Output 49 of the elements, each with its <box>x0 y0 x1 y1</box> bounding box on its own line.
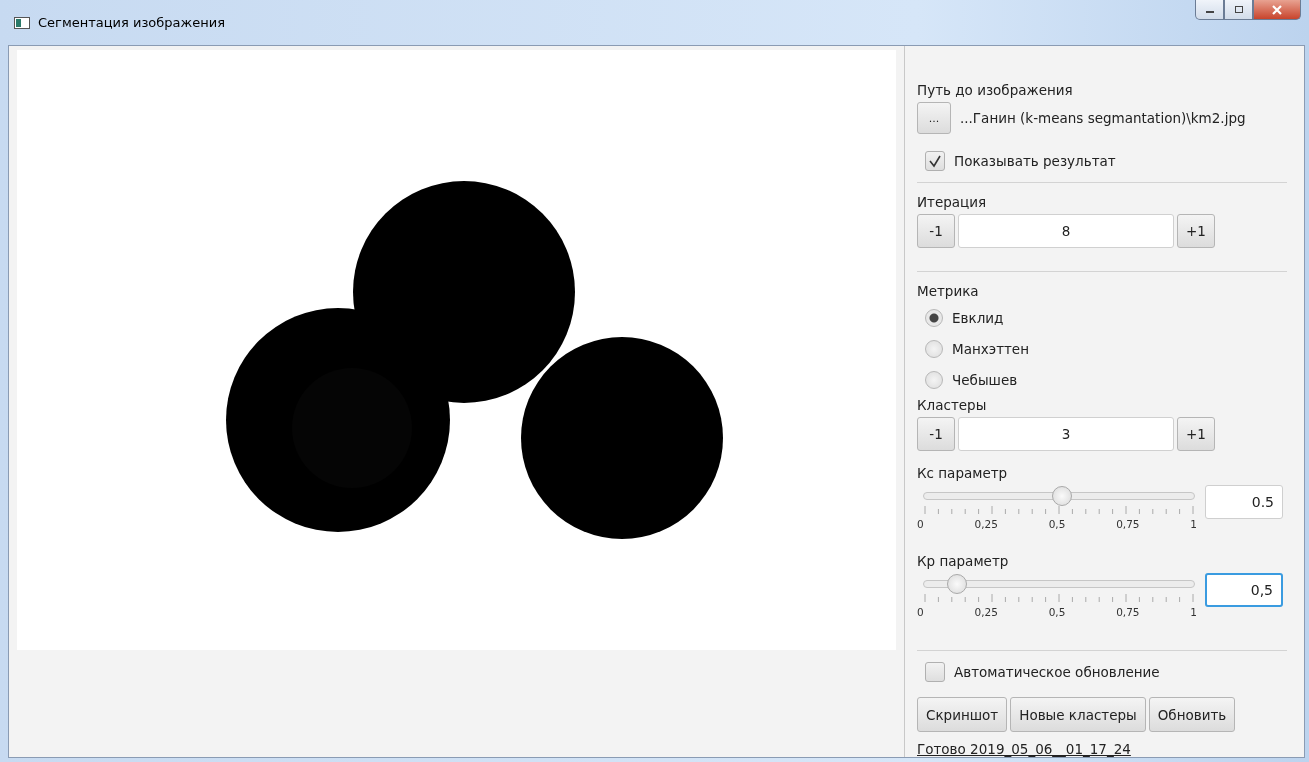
section-label: Путь до изображения <box>917 82 1074 98</box>
decrement-button[interactable]: -1 <box>917 214 955 249</box>
tick-label: 1 <box>1190 605 1197 618</box>
radio-button[interactable] <box>925 340 943 359</box>
checkbox[interactable] <box>925 662 945 682</box>
tick-label: 0,5 <box>1048 605 1066 618</box>
tick-label: 0,75 <box>1116 605 1140 618</box>
window-title: Сегментация изображения <box>38 15 226 30</box>
tick-label: 0,25 <box>974 605 998 618</box>
browse-button[interactable]: ... <box>917 102 951 134</box>
value-field[interactable]: 0,5 <box>1205 572 1283 607</box>
radio-button[interactable] <box>925 371 943 390</box>
number-field[interactable]: 8 <box>958 214 1174 249</box>
tick-label: 0,5 <box>1048 517 1066 530</box>
radio-button[interactable] <box>925 309 943 328</box>
increment-button[interactable]: +1 <box>1177 214 1215 249</box>
tick-label: 0,25 <box>974 517 998 530</box>
minimize-button[interactable] <box>1195 0 1224 20</box>
number-field[interactable]: 3 <box>958 416 1174 451</box>
checkbox-label: Показывать результат <box>954 153 1116 169</box>
section-label: Итерация <box>917 194 988 211</box>
action-button[interactable]: Скриншот <box>917 697 1008 732</box>
slider-thumb[interactable] <box>947 573 968 594</box>
tick-label: 1 <box>1190 517 1197 530</box>
tick-label: 0 <box>917 517 924 530</box>
tick-label: 0 <box>917 605 924 618</box>
checkbox-label: Автоматическое обновление <box>954 664 1160 680</box>
tick-label: 0,75 <box>1116 517 1140 530</box>
action-button[interactable]: Обновить <box>1148 697 1236 732</box>
section-label: Кр параметр <box>917 552 1010 569</box>
section-label: Кс параметр <box>917 464 1009 481</box>
checkbox[interactable] <box>925 151 945 171</box>
radio-label: Манхэттен <box>952 341 1029 358</box>
action-button[interactable]: Новые кластеры <box>1010 697 1146 732</box>
slider-thumb[interactable] <box>1052 485 1073 506</box>
maximize-icon <box>1233 5 1244 14</box>
close-icon <box>1271 4 1283 15</box>
radio-label: Евклид <box>952 310 1004 327</box>
file-path: ...Ганин (k-means segmantation)\km2.jpg <box>960 110 1246 126</box>
section-label: Кластеры <box>917 396 988 413</box>
close-button[interactable] <box>1253 0 1301 20</box>
section-label: Метрика <box>917 283 980 300</box>
status-link[interactable]: Готово 2019_05_06__01_17_24 <box>917 741 1294 757</box>
app-icon <box>14 16 30 29</box>
maximize-button[interactable] <box>1224 0 1253 20</box>
decrement-button[interactable]: -1 <box>917 416 955 451</box>
value-field[interactable]: 0.5 <box>1205 484 1283 519</box>
radio-label: Чебышев <box>952 372 1018 389</box>
increment-button[interactable]: +1 <box>1177 416 1215 451</box>
